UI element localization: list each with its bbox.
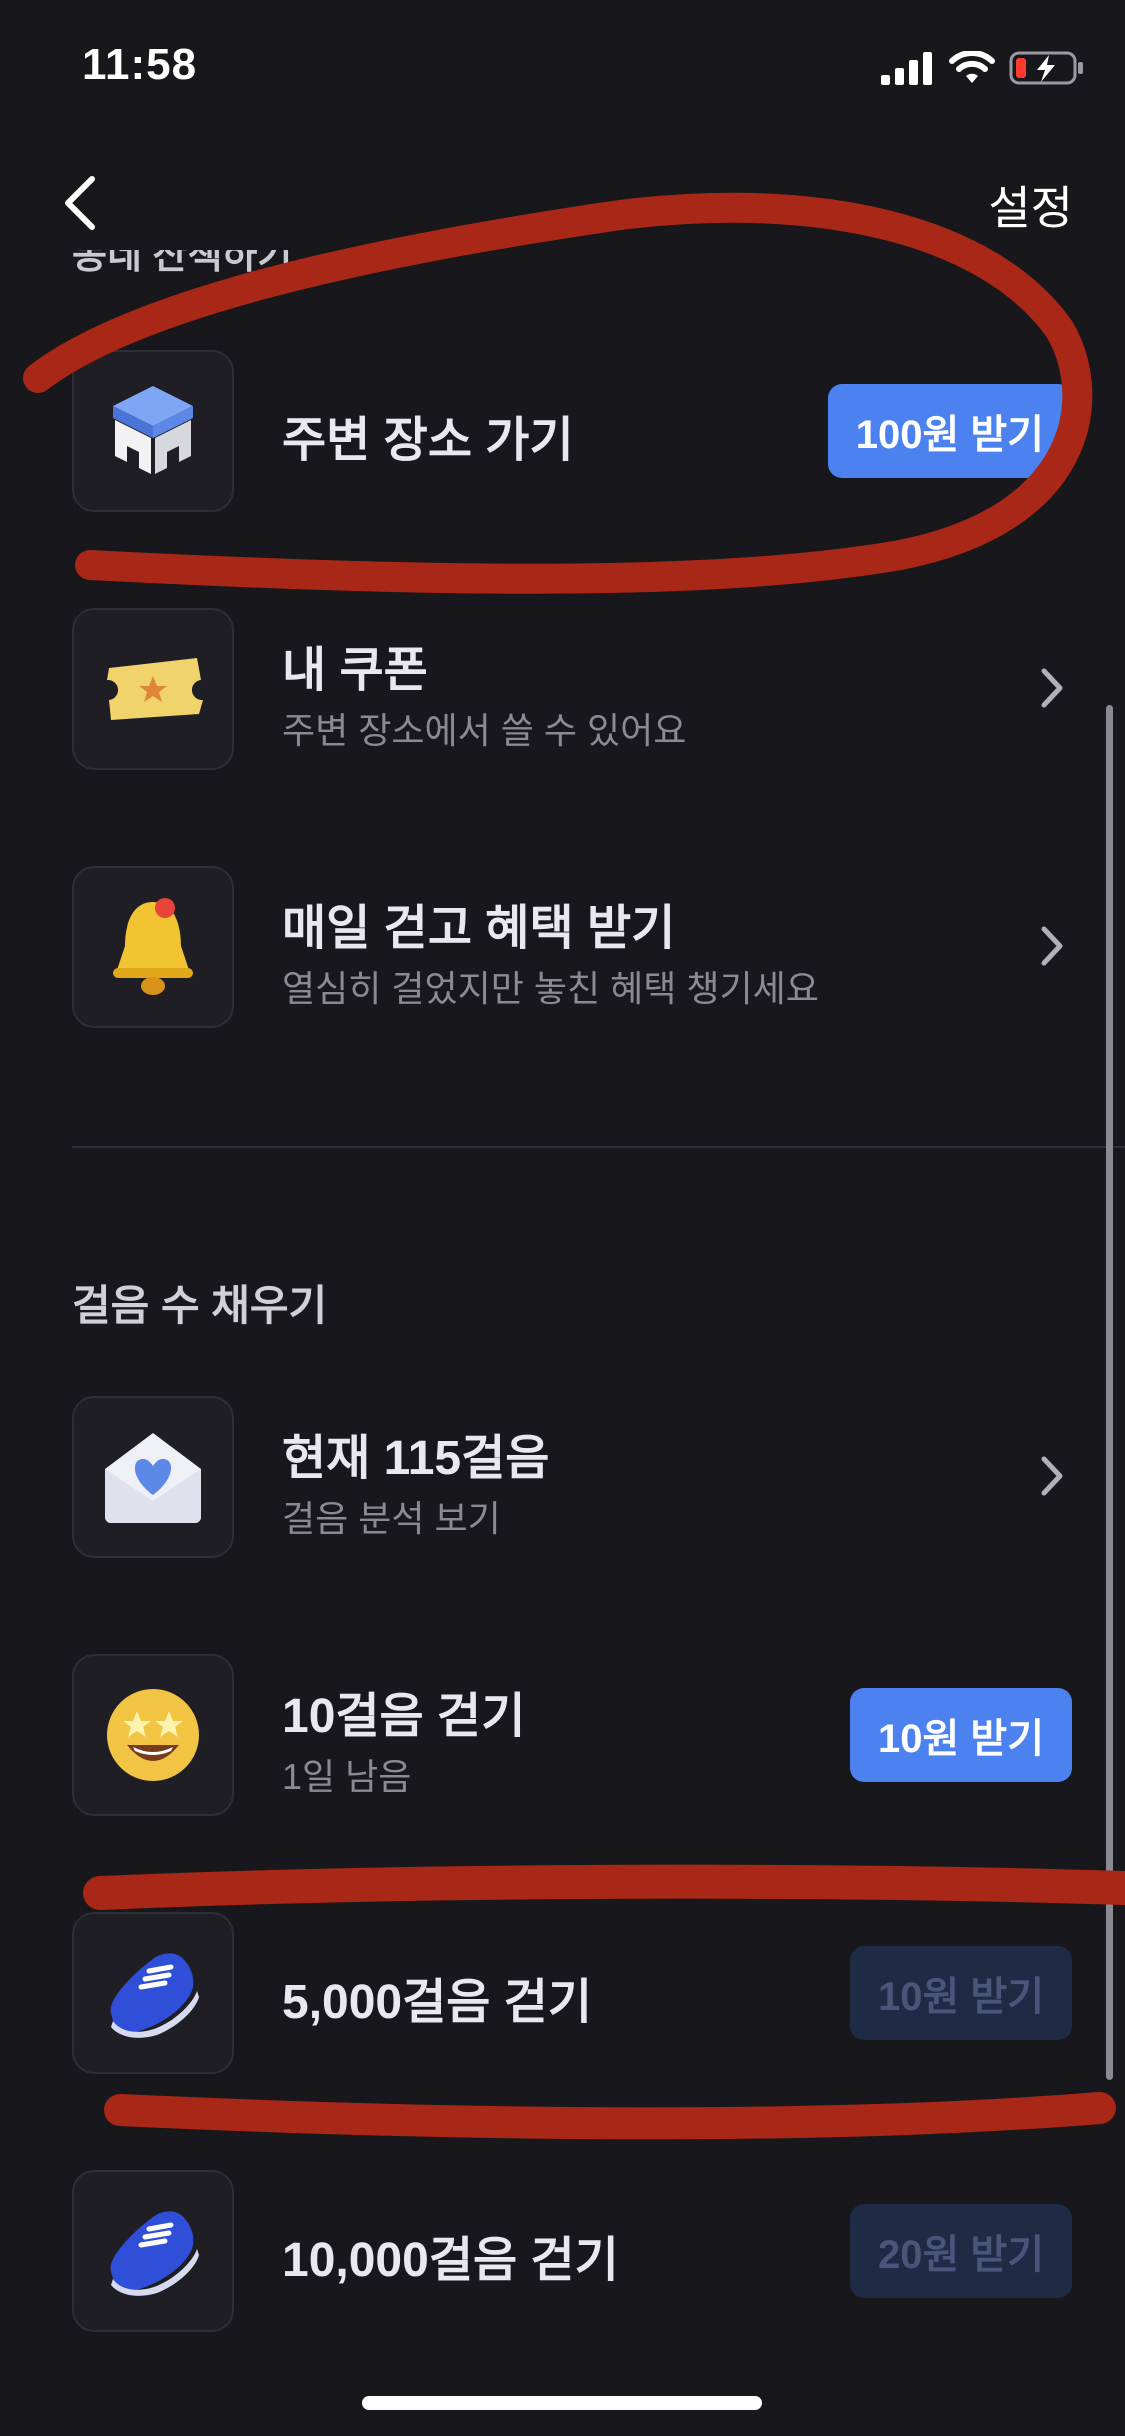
item-subtitle: 걸음 분석 보기 (282, 1498, 501, 1539)
item-subtitle: 1일 남음 (282, 1756, 412, 1797)
reward-button[interactable]: 20원 받기 (849, 2204, 1072, 2298)
icon-container (72, 2170, 234, 2332)
chevron-right-icon (1041, 1456, 1063, 1496)
list-item-daily-benefits[interactable]: 매일 걷고 혜택 받기 열심히 걸었지만 놓친 혜택 챙기세요 (72, 866, 1072, 1028)
navigation-bar: 설정 (0, 150, 1125, 250)
stool-icon (113, 386, 193, 474)
ticket-icon (107, 658, 203, 720)
icon-container (72, 1654, 234, 1816)
item-title: 10걸음 걷기 (282, 1690, 526, 1743)
sneaker-icon (110, 2211, 199, 2296)
item-subtitle: 열심히 걸었지만 놓친 혜택 챙기세요 (282, 968, 819, 1009)
list-item-nearby-places[interactable]: 주변 장소 가기 100원 받기 (72, 350, 1072, 512)
home-indicator (362, 2396, 762, 2410)
item-title: 5,000걸음 걷기 (282, 1976, 593, 2029)
icon-container (72, 1396, 234, 1558)
list-item-10000-steps[interactable]: 10,000걸음 걷기 20원 받기 (72, 2170, 1072, 2332)
list-item-5000-steps[interactable]: 5,000걸음 걷기 10원 받기 (72, 1912, 1072, 2074)
chevron-left-icon (65, 176, 95, 230)
section-title: 걸음 수 채우기 (72, 1282, 328, 1329)
status-time: 11:58 (82, 40, 198, 89)
heart-envelope-icon (105, 1433, 201, 1523)
section-header-text: 동네 산책하기 (72, 250, 293, 277)
back-button[interactable] (45, 168, 115, 238)
item-subtitle: 주변 장소에서 쓸 수 있어요 (282, 710, 687, 751)
item-title: 현재 115걸음 (282, 1432, 550, 1485)
wifi-icon (949, 51, 995, 83)
chevron-right-icon (1041, 926, 1063, 966)
section-divider (72, 1146, 1125, 1148)
scrollbar[interactable] (1106, 705, 1113, 2080)
chevron-right-icon (1041, 668, 1063, 708)
list-item-current-steps[interactable]: 현재 115걸음 걸음 분석 보기 (72, 1396, 1072, 1558)
icon-container (72, 608, 234, 770)
list-item-10-steps[interactable]: 10걸음 걷기 1일 남음 10원 받기 (72, 1654, 1072, 1816)
reward-button[interactable]: 10원 받기 (849, 1688, 1072, 1782)
status-bar: 11:58 (0, 0, 1125, 140)
reward-button[interactable]: 100원 받기 (827, 384, 1072, 478)
item-title: 주변 장소 가기 (282, 414, 574, 467)
battery-charging-icon (1009, 51, 1083, 85)
settings-button[interactable]: 설정 (988, 172, 1073, 238)
list-item-my-coupons[interactable]: 내 쿠폰 주변 장소에서 쓸 수 있어요 (72, 608, 1072, 770)
item-title: 매일 걷고 혜택 받기 (282, 902, 676, 955)
reward-button[interactable]: 10원 받기 (849, 1946, 1072, 2040)
item-title: 내 쿠폰 (282, 644, 428, 697)
icon-container (72, 866, 234, 1028)
section-header-partial: 동네 산책하기 (72, 250, 372, 280)
icon-container (72, 350, 234, 512)
star-eyes-face-icon (107, 1689, 199, 1781)
status-icons (881, 48, 1085, 88)
sneaker-icon (110, 1953, 199, 2038)
icon-container (72, 1912, 234, 2074)
item-title: 10,000걸음 걷기 (282, 2234, 619, 2287)
cellular-signal-icon (881, 52, 932, 85)
bell-icon (113, 898, 193, 995)
